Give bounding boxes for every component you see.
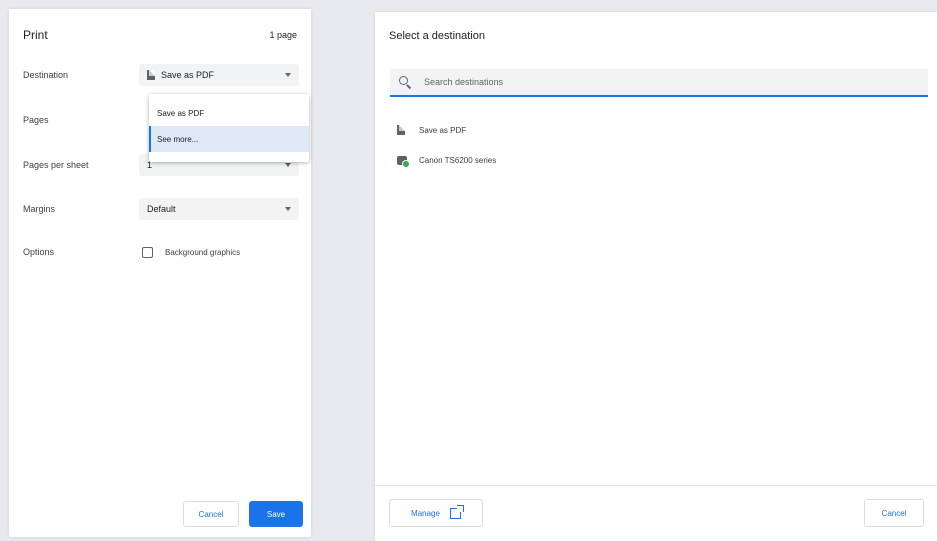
destination-row: Destination Save as PDF bbox=[23, 63, 299, 87]
margins-select[interactable]: Default bbox=[139, 198, 299, 220]
destination-label: Destination bbox=[23, 70, 69, 80]
search-bar[interactable] bbox=[390, 69, 928, 97]
background-graphics-label: Background graphics bbox=[165, 247, 241, 257]
dropdown-item-see-more[interactable]: See more... bbox=[149, 126, 309, 152]
destination-selected: Save as PDF bbox=[161, 70, 215, 80]
chevron-down-icon bbox=[285, 73, 291, 77]
page-count: 1 page bbox=[269, 30, 297, 40]
chevron-down-icon bbox=[285, 207, 291, 211]
margins-row: Margins Default bbox=[23, 197, 299, 221]
printer-icon bbox=[397, 155, 410, 168]
options-label: Options bbox=[23, 247, 55, 257]
background-graphics-checkbox[interactable] bbox=[142, 246, 153, 258]
search-icon bbox=[398, 75, 412, 89]
background-graphics-option[interactable]: Background graphics bbox=[139, 246, 241, 258]
print-header: Print 1 page bbox=[23, 25, 297, 45]
cancel-button[interactable]: Cancel bbox=[183, 501, 239, 527]
margins-value: Default bbox=[147, 204, 176, 214]
search-input[interactable] bbox=[422, 76, 822, 88]
destination-item-label: Canon TS6200 series bbox=[419, 155, 497, 165]
destination-dropdown-menu: Save as PDF See more... bbox=[149, 94, 309, 162]
print-footer: Cancel Save bbox=[183, 501, 303, 527]
dialog-cancel-button[interactable]: Cancel bbox=[864, 499, 924, 527]
margins-label: Margins bbox=[23, 204, 56, 214]
manage-label: Manage bbox=[411, 508, 440, 518]
dialog-title: Select a destination bbox=[389, 30, 486, 42]
open-in-new-icon bbox=[449, 504, 464, 519]
pdf-icon bbox=[147, 70, 155, 80]
options-row: Options Background graphics bbox=[23, 240, 299, 264]
destination-select[interactable]: Save as PDF bbox=[139, 64, 299, 86]
pdf-icon bbox=[397, 125, 405, 135]
select-destination-dialog: Select a destination Save as PDF Canon T… bbox=[375, 12, 937, 541]
pages-label: Pages bbox=[23, 115, 49, 125]
pages-per-sheet-label: Pages per sheet bbox=[23, 160, 89, 170]
print-title: Print bbox=[23, 28, 48, 42]
destination-item-canon-printer[interactable]: Canon TS6200 series bbox=[397, 145, 496, 175]
destination-item-label: Save as PDF bbox=[419, 125, 467, 135]
save-button[interactable]: Save bbox=[249, 501, 303, 527]
print-settings-panel: Print 1 page Destination Save as PDF Sav… bbox=[9, 9, 311, 537]
chevron-down-icon bbox=[285, 163, 291, 167]
dropdown-item-save-as-pdf[interactable]: Save as PDF bbox=[149, 100, 309, 126]
destination-item-save-as-pdf[interactable]: Save as PDF bbox=[397, 115, 496, 145]
manage-button[interactable]: Manage bbox=[389, 499, 483, 527]
dialog-footer: Manage Cancel bbox=[375, 485, 937, 541]
destination-list: Save as PDF Canon TS6200 series bbox=[397, 115, 496, 175]
